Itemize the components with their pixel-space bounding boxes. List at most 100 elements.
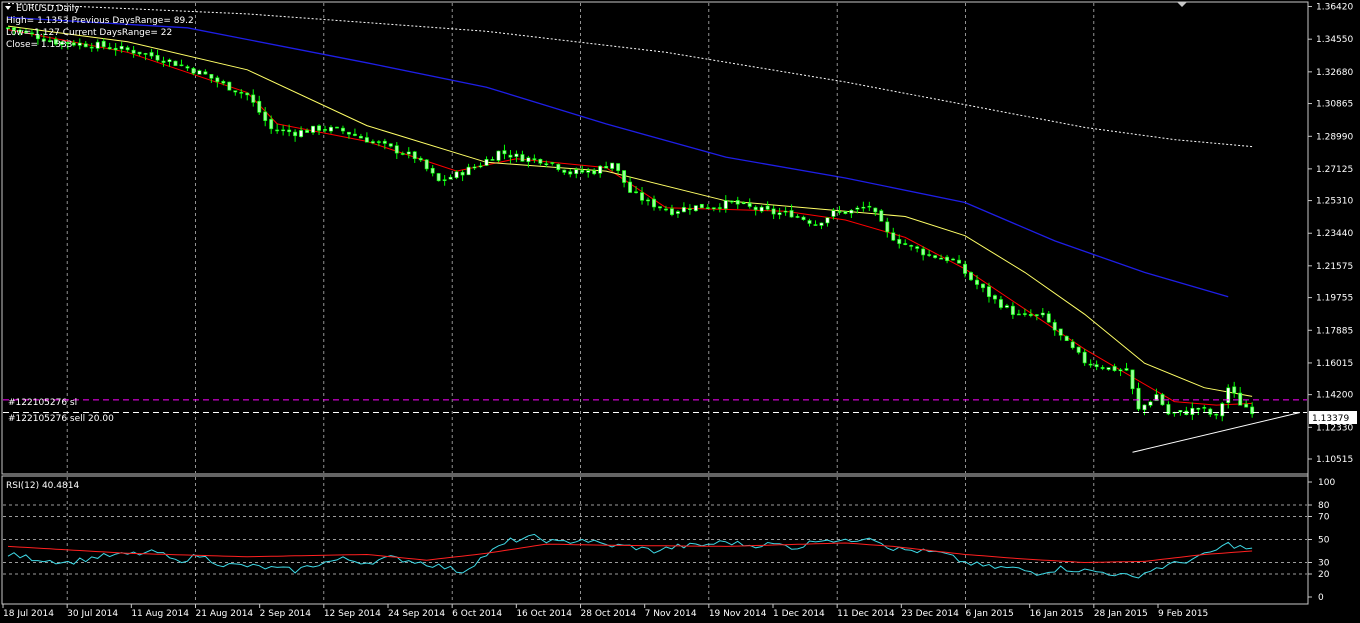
candle-body bbox=[460, 171, 465, 176]
candle-body bbox=[556, 164, 561, 170]
candle-body bbox=[741, 202, 746, 205]
candle-body bbox=[107, 47, 112, 50]
candle-body bbox=[735, 200, 740, 205]
candle-body bbox=[173, 60, 178, 66]
rsi-tick-label: 50 bbox=[1318, 536, 1330, 546]
candle-body bbox=[753, 206, 758, 211]
candle-body bbox=[1118, 369, 1123, 372]
candle-body bbox=[89, 46, 94, 49]
candle-body bbox=[789, 210, 794, 218]
candle-body bbox=[466, 166, 471, 176]
candle-body bbox=[610, 162, 615, 169]
candle-body bbox=[562, 169, 567, 173]
candle-body bbox=[586, 170, 591, 173]
candle-body bbox=[592, 170, 597, 175]
candle-body bbox=[927, 254, 932, 256]
candle-body bbox=[981, 283, 985, 289]
candle-body bbox=[101, 40, 106, 48]
candle-body bbox=[598, 165, 603, 174]
candle-body bbox=[867, 205, 872, 208]
candle-body bbox=[933, 255, 938, 258]
candle-body bbox=[1040, 312, 1045, 316]
candle-body bbox=[341, 127, 345, 132]
candle-body bbox=[1232, 386, 1237, 394]
candle-body bbox=[520, 154, 525, 162]
time-tick-label: 1 Dec 2014 bbox=[773, 609, 825, 619]
price-tick-label: 1.19755 bbox=[1316, 294, 1353, 304]
candle-body bbox=[747, 202, 752, 207]
candle-body bbox=[711, 207, 716, 210]
candle-body bbox=[269, 119, 274, 130]
candle-body bbox=[412, 151, 417, 159]
candle-body bbox=[861, 206, 866, 209]
candle-body bbox=[544, 163, 549, 165]
time-tick-label: 12 Sep 2014 bbox=[324, 609, 381, 619]
candle-body bbox=[885, 221, 890, 233]
candle-body bbox=[346, 131, 351, 135]
chart-canvas: 1.36420 1.34550 1.32680 1.30865 1.28990 1.271… bbox=[0, 0, 1360, 623]
price-tick-label: 1.12330 bbox=[1316, 423, 1353, 433]
candle-body bbox=[1088, 363, 1093, 366]
candle-body bbox=[897, 239, 902, 244]
candle-body bbox=[1070, 341, 1075, 349]
candle-body bbox=[681, 207, 686, 213]
candle-body bbox=[394, 145, 399, 154]
time-tick-label: 9 Feb 2015 bbox=[1158, 609, 1208, 619]
price-tick-label: 1.14200 bbox=[1316, 391, 1353, 401]
candle-body bbox=[1178, 410, 1183, 413]
candle-body bbox=[837, 211, 842, 213]
candle-body bbox=[233, 90, 238, 93]
candle-body bbox=[969, 272, 973, 281]
candle-body bbox=[568, 171, 573, 175]
candle-body bbox=[221, 81, 226, 84]
candle-body bbox=[1046, 313, 1051, 323]
candle-body bbox=[771, 208, 776, 215]
candle-body bbox=[634, 191, 639, 194]
candle-body bbox=[951, 258, 956, 261]
price-tick-label: 1.17885 bbox=[1316, 326, 1353, 336]
candle-body bbox=[987, 286, 991, 297]
candle-body bbox=[1244, 403, 1249, 408]
price-tick-label: 1.36420 bbox=[1316, 3, 1353, 13]
candle-body bbox=[131, 49, 136, 54]
candle-body bbox=[251, 94, 256, 103]
candle-body bbox=[287, 129, 292, 133]
time-tick-label: 7 Nov 2014 bbox=[645, 609, 697, 619]
candle-body bbox=[957, 259, 962, 264]
candle-body bbox=[478, 165, 483, 168]
sl-order-label: #122105276 sl bbox=[8, 398, 77, 408]
candle-body bbox=[819, 222, 824, 226]
candle-body bbox=[311, 125, 316, 133]
candle-body bbox=[855, 207, 860, 210]
time-tick-label: 19 Nov 2014 bbox=[709, 609, 767, 619]
candle-body bbox=[1004, 305, 1009, 308]
candle-body bbox=[825, 217, 830, 224]
candle-body bbox=[873, 207, 878, 213]
candle-body bbox=[891, 232, 896, 241]
candle-body bbox=[1148, 401, 1153, 406]
candle-body bbox=[376, 141, 381, 143]
candle-body bbox=[628, 181, 633, 193]
candle-body bbox=[113, 47, 118, 51]
time-tick-label: 28 Jan 2015 bbox=[1094, 609, 1148, 619]
time-tick-label: 11 Aug 2014 bbox=[131, 609, 189, 619]
candle-body bbox=[317, 125, 321, 131]
candle-body bbox=[352, 133, 357, 136]
candle-body bbox=[580, 169, 585, 173]
candle-body bbox=[167, 59, 172, 62]
price-tick-label: 1.25310 bbox=[1316, 197, 1353, 207]
candle-body bbox=[125, 47, 130, 51]
candle-body bbox=[664, 208, 668, 211]
candle-body bbox=[1226, 387, 1231, 404]
candle-body bbox=[448, 176, 453, 180]
candle-body bbox=[532, 158, 537, 160]
time-tick-label: 23 Dec 2014 bbox=[901, 609, 959, 619]
candle-body bbox=[723, 200, 728, 209]
candle-body bbox=[843, 211, 848, 214]
low-line: Low= 1.127 Current DaysRange= 22 bbox=[6, 28, 172, 38]
candle-body bbox=[95, 41, 100, 49]
candle-body bbox=[669, 208, 674, 216]
candle-body bbox=[490, 159, 495, 161]
candle-body bbox=[227, 81, 232, 91]
candle-body bbox=[155, 55, 160, 61]
